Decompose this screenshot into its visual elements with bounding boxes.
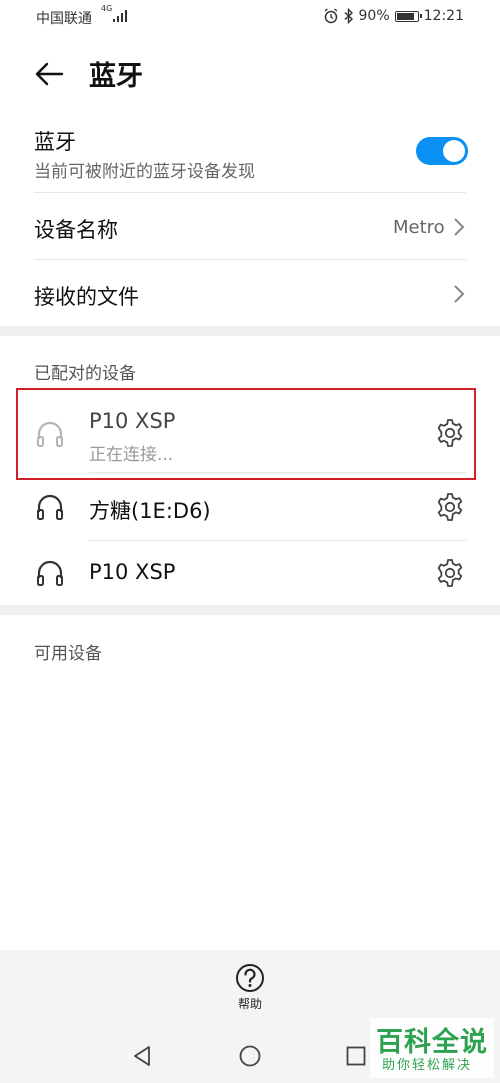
device-name-value: Metro <box>393 217 445 238</box>
chevron-right-icon <box>454 285 465 303</box>
bluetooth-toggle[interactable] <box>416 137 468 165</box>
alarm-icon <box>324 8 337 24</box>
highlight-box <box>16 388 476 480</box>
nav-home-icon[interactable] <box>239 1045 261 1067</box>
device-name: 方糖(1E:D6) <box>89 499 211 523</box>
gear-icon[interactable] <box>435 492 465 522</box>
nav-back-icon[interactable] <box>131 1045 153 1067</box>
chevron-right-icon <box>454 218 465 236</box>
device-name-row[interactable]: 设备名称 Metro <box>0 193 500 259</box>
back-arrow-icon <box>35 62 64 86</box>
headphones-icon <box>37 560 63 586</box>
question-icon <box>236 964 264 992</box>
paired-device-row[interactable]: 方糖(1E:D6) <box>0 474 500 540</box>
gear-icon[interactable] <box>435 558 465 588</box>
section-gap <box>0 605 500 615</box>
paired-section-label: 已配对的设备 <box>34 364 136 384</box>
headphones-icon <box>37 494 63 520</box>
device-name: P10 XSP <box>89 560 176 584</box>
battery-icon <box>394 10 422 22</box>
received-files-row[interactable]: 接收的文件 <box>0 260 500 326</box>
watermark: 百科全说 助你轻松解决 <box>370 1018 494 1078</box>
paired-device-row[interactable]: P10 XSP <box>0 541 500 605</box>
carrier-name: 中国联通 <box>36 11 92 27</box>
clock: 12:21 <box>423 8 464 24</box>
device-name-label: 设备名称 <box>34 218 118 242</box>
status-bar: 中国联通 4G 90% 12:21 <box>0 0 500 36</box>
network-type: 4G <box>101 4 113 13</box>
status-right: 90% 12:21 <box>318 8 464 24</box>
page-title: 蓝牙 <box>89 61 143 92</box>
received-files-label: 接收的文件 <box>34 285 139 309</box>
bluetooth-icon <box>344 8 353 24</box>
bluetooth-label: 蓝牙 <box>34 130 76 154</box>
signal-icon <box>113 10 127 22</box>
battery-percent: 90% <box>358 8 390 24</box>
section-gap <box>0 326 500 336</box>
back-button[interactable] <box>32 58 68 90</box>
toggle-knob <box>443 140 465 162</box>
available-section-label: 可用设备 <box>34 644 102 664</box>
watermark-sub: 助你轻松解决 <box>382 1058 473 1073</box>
help-button[interactable]: 帮助 <box>226 963 274 1023</box>
nav-recents-icon[interactable] <box>346 1046 366 1066</box>
help-label: 帮助 <box>237 997 262 1011</box>
bluetooth-subtitle: 当前可被附近的蓝牙设备发现 <box>34 162 255 182</box>
